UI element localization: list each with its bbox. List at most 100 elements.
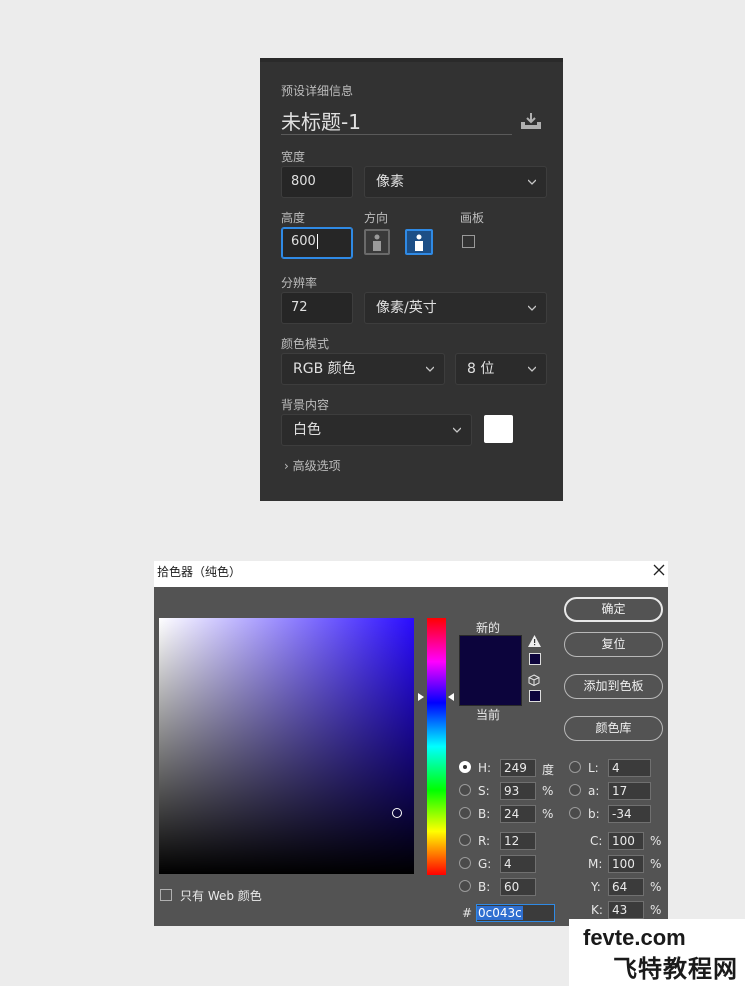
hue-slider-left-arrow[interactable]	[418, 693, 424, 701]
green-radio[interactable]	[459, 857, 471, 869]
blue-radio[interactable]	[459, 880, 471, 892]
document-name-field[interactable]: 未标题-1	[281, 106, 361, 135]
hue-input[interactable]: 249	[500, 759, 536, 777]
color-mode-select[interactable]: RGB 颜色	[281, 353, 445, 385]
chevron-down-icon	[528, 179, 536, 185]
width-unit-value: 像素	[376, 174, 404, 190]
green-input[interactable]: 4	[500, 855, 536, 873]
chevron-down-icon	[528, 366, 536, 372]
dialog-titlebar: 拾色器（纯色）	[154, 561, 668, 587]
hue-radio[interactable]	[459, 761, 471, 773]
background-label: 背景内容	[281, 398, 330, 412]
lab-a-radio[interactable]	[569, 784, 581, 796]
chevron-down-icon	[453, 427, 461, 433]
background-value: 白色	[293, 422, 321, 438]
hue-slider-right-arrow[interactable]	[448, 693, 454, 701]
panel-top-border	[260, 58, 563, 62]
background-select[interactable]: 白色	[281, 414, 472, 446]
red-radio[interactable]	[459, 834, 471, 846]
width-input[interactable]: 800	[281, 166, 353, 198]
ok-button[interactable]: 确定	[564, 597, 663, 622]
hex-input[interactable]: 0c043c	[476, 904, 555, 922]
landscape-orientation-button[interactable]	[405, 229, 433, 255]
color-mode-value: RGB 颜色	[293, 361, 356, 377]
brightness-radio[interactable]	[459, 807, 471, 819]
dialog-title: 拾色器（纯色）	[157, 565, 242, 579]
preset-header: 预设详细信息	[281, 84, 354, 98]
bit-depth-select[interactable]: 8 位	[455, 353, 547, 385]
magenta-input[interactable]: 100	[608, 855, 644, 873]
hue-slider[interactable]	[427, 618, 446, 875]
brightness-unit: %	[542, 807, 554, 821]
new-color-label: 新的	[476, 621, 501, 635]
hex-symbol: #	[462, 906, 473, 920]
web-colors-only-label: 只有 Web 颜色	[180, 889, 262, 903]
site-watermark: fevte.com 飞特教程网	[569, 919, 745, 986]
color-mode-label: 颜色模式	[281, 337, 330, 351]
hue-unit: 度	[542, 763, 555, 777]
color-libraries-button[interactable]: 颜色库	[564, 716, 663, 741]
background-color-swatch[interactable]	[484, 415, 513, 443]
out-of-gamut-warning-icon[interactable]	[528, 635, 541, 647]
chevron-down-icon	[426, 366, 434, 372]
green-label: G:	[478, 857, 492, 871]
artboard-checkbox[interactable]	[462, 235, 475, 248]
resolution-unit-value: 像素/英寸	[376, 300, 437, 316]
chevron-down-icon	[528, 305, 536, 311]
black-input[interactable]: 43	[608, 901, 644, 919]
width-unit-select[interactable]: 像素	[364, 166, 547, 198]
yellow-input[interactable]: 64	[608, 878, 644, 896]
add-to-swatches-button[interactable]: 添加到色板	[564, 674, 663, 699]
portrait-orientation-button[interactable]	[364, 229, 390, 255]
brightness-input[interactable]: 24	[500, 805, 536, 823]
blue-label: B:	[478, 880, 491, 894]
height-label: 高度	[281, 211, 306, 225]
saturation-input[interactable]: 93	[500, 782, 536, 800]
preset-details-panel: 预设详细信息 未标题-1 宽度 800 像素 高度 方向 画板 600 分辨率 …	[260, 58, 563, 501]
close-icon[interactable]	[652, 563, 666, 577]
color-picker-dialog: 拾色器（纯色） 新的 当前 确定 复位 添加到色板 颜色库 H: 249 度 S…	[154, 561, 668, 926]
color-field-marker[interactable]	[392, 808, 402, 818]
lab-b-label: b:	[588, 807, 600, 821]
lab-b-input[interactable]: -34	[608, 805, 651, 823]
height-input[interactable]: 600	[281, 227, 353, 259]
blue-input[interactable]: 60	[500, 878, 536, 896]
lab-l-input[interactable]: 4	[608, 759, 651, 777]
cyan-unit: %	[650, 834, 662, 848]
web-safe-swatch[interactable]	[529, 690, 541, 702]
red-label: R:	[478, 834, 491, 848]
advanced-options-toggle[interactable]: › 高级选项	[284, 457, 341, 474]
landscape-person-icon	[415, 234, 423, 251]
cyan-input[interactable]: 100	[608, 832, 644, 850]
save-preset-icon[interactable]	[520, 112, 542, 130]
lab-l-radio[interactable]	[569, 761, 581, 773]
lab-a-input[interactable]: 17	[608, 782, 651, 800]
saturation-brightness-field[interactable]	[159, 618, 414, 874]
web-safe-cube-icon[interactable]	[528, 674, 540, 686]
saturation-radio[interactable]	[459, 784, 471, 796]
document-name-underline	[281, 134, 512, 135]
resolution-label: 分辨率	[281, 276, 318, 290]
bit-depth-value: 8 位	[467, 361, 495, 377]
lab-b-radio[interactable]	[569, 807, 581, 819]
chevron-right-icon: ›	[284, 459, 289, 473]
hue-label: H:	[478, 761, 492, 775]
reset-button[interactable]: 复位	[564, 632, 663, 657]
brightness-label: B:	[478, 807, 491, 821]
web-colors-only-checkbox[interactable]	[160, 889, 172, 901]
current-color-label: 当前	[476, 708, 501, 722]
orientation-label: 方向	[364, 211, 389, 225]
new-current-color-preview	[459, 635, 522, 706]
artboard-label: 画板	[460, 211, 485, 225]
portrait-person-icon	[373, 234, 381, 251]
watermark-domain: fevte.com	[583, 925, 686, 950]
red-input[interactable]: 12	[500, 832, 536, 850]
saturation-label: S:	[478, 784, 490, 798]
black-label: K:	[591, 903, 603, 917]
height-input-value: 600	[291, 234, 316, 249]
resolution-unit-select[interactable]: 像素/英寸	[364, 292, 547, 324]
lab-l-label: L:	[588, 761, 599, 775]
magenta-unit: %	[650, 857, 662, 871]
gamut-correction-swatch[interactable]	[529, 653, 541, 665]
resolution-input[interactable]: 72	[281, 292, 353, 324]
